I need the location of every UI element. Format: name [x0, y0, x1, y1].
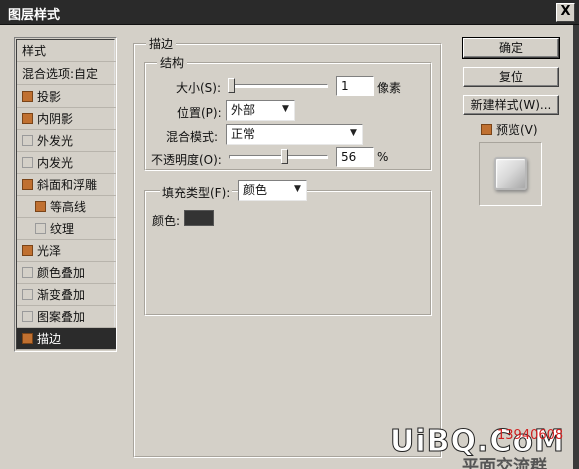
- opacity-unit: %: [377, 150, 389, 164]
- style-item-label: 光泽: [37, 244, 62, 258]
- checkbox-drop-shadow[interactable]: [22, 91, 33, 102]
- style-item-label: 内阴影: [37, 112, 74, 126]
- blend-mode-select-value: 正常: [231, 127, 256, 141]
- preview-checkbox[interactable]: [481, 124, 492, 135]
- size-slider-track[interactable]: [229, 84, 328, 88]
- preview-toggle[interactable]: 预览(V): [481, 121, 538, 138]
- opacity-input[interactable]: 56: [336, 147, 374, 167]
- fill-type-label: 填充类型(F):: [160, 184, 233, 201]
- style-item-label: 颜色叠加: [37, 266, 86, 280]
- style-item-satin[interactable]: 光泽: [17, 240, 116, 262]
- reset-button[interactable]: 复位: [463, 67, 559, 87]
- size-slider-thumb[interactable]: [228, 78, 235, 93]
- style-item-stroke[interactable]: 描边: [17, 328, 116, 350]
- checkbox-texture[interactable]: [35, 223, 46, 234]
- style-item-bevel-emboss[interactable]: 斜面和浮雕: [17, 174, 116, 196]
- window-edge: [573, 25, 579, 469]
- style-item-inner-shadow[interactable]: 内阴影: [17, 108, 116, 130]
- checkbox-inner-shadow[interactable]: [22, 113, 33, 124]
- chevron-down-icon: ▼: [290, 182, 305, 199]
- checkbox-pattern-overlay[interactable]: [22, 311, 33, 322]
- style-item-label: 内发光: [37, 156, 74, 170]
- chevron-down-icon: ▼: [278, 102, 293, 119]
- checkbox-color-overlay[interactable]: [22, 267, 33, 278]
- fill-type-select-value: 颜色: [243, 183, 268, 197]
- style-item-pattern-overlay[interactable]: 图案叠加: [17, 306, 116, 328]
- chevron-down-icon: ▼: [346, 126, 361, 143]
- style-item-label: 描边: [37, 332, 62, 346]
- watermark-cn-text: 平面交流群: [462, 457, 547, 469]
- checkbox-contour[interactable]: [35, 201, 46, 212]
- dialog-title: 图层样式: [8, 8, 61, 23]
- style-item-label: 渐变叠加: [37, 288, 86, 302]
- checkbox-inner-glow[interactable]: [22, 157, 33, 168]
- style-item-label: 外发光: [37, 134, 74, 148]
- ok-button[interactable]: 确定: [462, 37, 560, 59]
- new-style-button[interactable]: 新建样式(W)...: [463, 95, 559, 115]
- style-item-label: 投影: [37, 90, 62, 104]
- style-item-label: 图案叠加: [37, 310, 86, 324]
- checkbox-satin[interactable]: [22, 245, 33, 256]
- structure-group-title: 结构: [157, 54, 188, 71]
- stroke-color-swatch[interactable]: [184, 210, 214, 226]
- style-item-label: 等高线: [50, 200, 87, 214]
- style-item-color-overlay[interactable]: 颜色叠加: [17, 262, 116, 284]
- opacity-slider-track[interactable]: [229, 155, 328, 159]
- size-input[interactable]: 1: [336, 76, 374, 96]
- checkbox-gradient-overlay[interactable]: [22, 289, 33, 300]
- checkbox-outer-glow[interactable]: [22, 135, 33, 146]
- style-item-inner-glow[interactable]: 内发光: [17, 152, 116, 174]
- preview-swatch: [494, 157, 527, 190]
- styles-header[interactable]: 样式: [17, 40, 116, 62]
- checkbox-bevel-emboss[interactable]: [22, 179, 33, 190]
- fill-type-select[interactable]: 颜色 ▼: [238, 180, 307, 201]
- position-select-value: 外部: [231, 103, 256, 117]
- color-label: 颜色:: [152, 214, 181, 228]
- size-label: 大小(S):: [176, 81, 222, 95]
- style-item-texture[interactable]: 纹理: [17, 218, 116, 240]
- layer-style-dialog: 图层样式 X 样式 混合选项:自定 投影 内阴影 外发光 内发光 斜面和浮雕 等…: [0, 0, 579, 469]
- style-item-outer-glow[interactable]: 外发光: [17, 130, 116, 152]
- position-label: 位置(P):: [177, 106, 222, 120]
- style-item-contour[interactable]: 等高线: [17, 196, 116, 218]
- style-item-label: 斜面和浮雕: [37, 178, 98, 192]
- watermark-number: 13940608: [497, 428, 564, 443]
- checkbox-stroke[interactable]: [22, 333, 33, 344]
- opacity-slider-thumb[interactable]: [281, 149, 288, 164]
- preview-label: 预览(V): [496, 123, 538, 137]
- opacity-label: 不透明度(O):: [151, 153, 222, 167]
- size-unit: 像素: [377, 81, 402, 95]
- style-item-label: 纹理: [50, 222, 75, 236]
- style-preview: [479, 142, 542, 206]
- style-item-gradient-overlay[interactable]: 渐变叠加: [17, 284, 116, 306]
- blend-mode-select[interactable]: 正常 ▼: [226, 124, 363, 145]
- stroke-group-title: 描边: [146, 35, 177, 52]
- style-item-drop-shadow[interactable]: 投影: [17, 86, 116, 108]
- blend-mode-label: 混合模式:: [166, 130, 219, 144]
- title-bar: 图层样式 X: [0, 0, 579, 25]
- blend-options-item[interactable]: 混合选项:自定: [17, 63, 116, 85]
- close-button[interactable]: X: [556, 3, 575, 22]
- position-select[interactable]: 外部 ▼: [226, 100, 295, 121]
- styles-list: 样式 混合选项:自定 投影 内阴影 外发光 内发光 斜面和浮雕 等高线 纹理 光…: [14, 37, 117, 352]
- fill-group: [144, 190, 432, 316]
